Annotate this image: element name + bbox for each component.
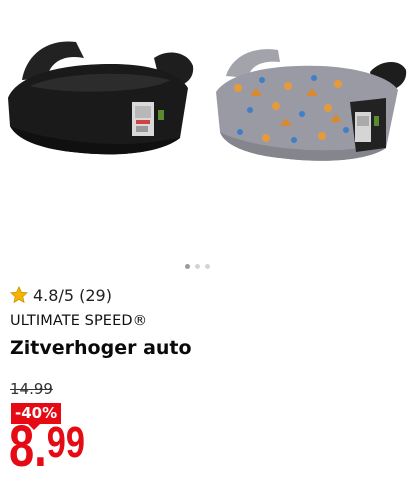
rating-text: 4.8/5 (29) <box>33 285 112 305</box>
carousel-dot[interactable] <box>195 263 200 269</box>
product-image[interactable] <box>0 0 411 250</box>
star-icon <box>10 286 28 304</box>
black-booster-seat-image <box>8 41 194 155</box>
current-price: 8 . 99 <box>9 418 85 476</box>
original-price: 14.99 <box>10 380 53 398</box>
carousel-dot[interactable] <box>205 263 210 269</box>
price-separator: . <box>34 414 47 479</box>
product-card[interactable]: 4.8/5 (29) ULTIMATE SPEED® Zitverhoger a… <box>0 0 411 487</box>
product-brand: ULTIMATE SPEED® <box>10 313 148 329</box>
product-rating[interactable]: 4.8/5 (29) <box>9 284 112 306</box>
product-title[interactable]: Zitverhoger auto <box>10 337 192 359</box>
price-decimals: 99 <box>46 418 85 467</box>
price-integer: 8 <box>9 414 35 479</box>
patterned-booster-seat-image <box>216 49 407 161</box>
carousel-dot[interactable] <box>185 263 190 269</box>
image-carousel-indicator[interactable] <box>185 262 210 270</box>
